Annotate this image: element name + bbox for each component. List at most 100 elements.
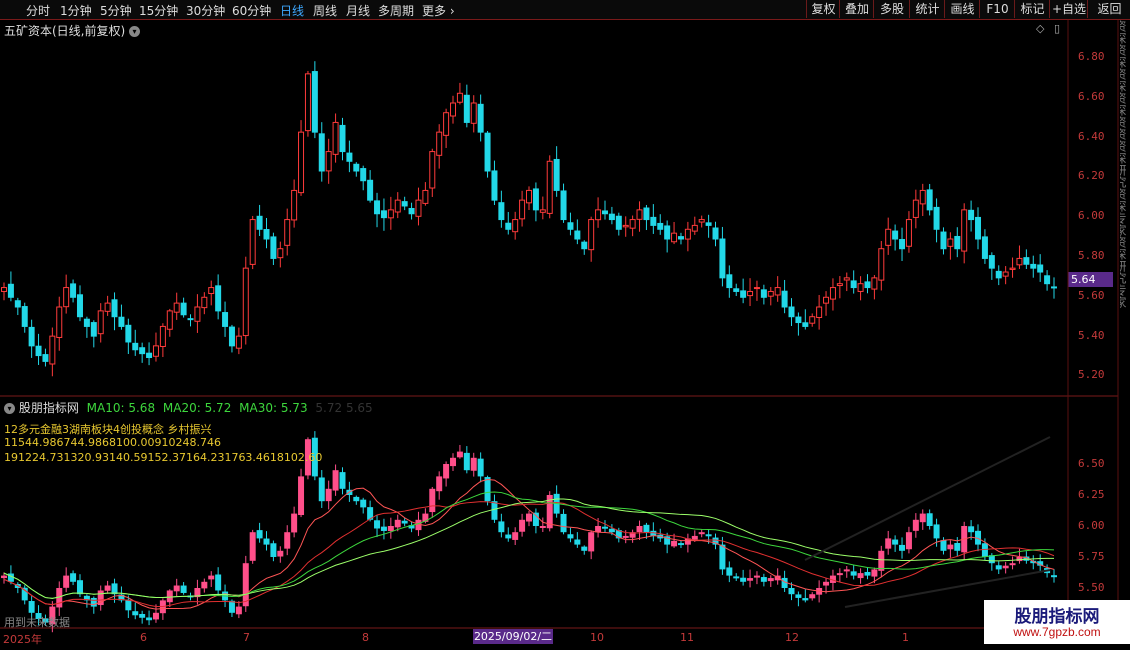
indicator-candle-body	[201, 581, 208, 589]
diamond-icon[interactable]: ◇	[1036, 22, 1044, 35]
candle-body	[270, 236, 277, 259]
ma-line-30	[3, 491, 1055, 599]
indicator-candle-body	[712, 537, 719, 545]
candle-body	[892, 230, 899, 240]
chevron-down-icon[interactable]: ▾	[129, 26, 141, 37]
indicator-candle-body	[795, 594, 802, 598]
watermark-url: www.7gpzb.com	[1013, 625, 1101, 639]
indicator-candle-body	[146, 617, 153, 621]
candle-body	[332, 121, 339, 155]
x-axis-label: 1	[902, 631, 909, 644]
candle-body	[581, 241, 588, 250]
indicator-candle-body	[657, 534, 664, 539]
toolbar-button-4[interactable]: 画线	[944, 0, 980, 18]
indicator-candle-body	[926, 513, 933, 526]
indicator-candle-body	[1002, 565, 1009, 569]
indicator-header: ▾ 股朋指标网 MA10: 5.68 MA20: 5.72 MA30: 5.73…	[4, 399, 373, 416]
candle-body	[767, 290, 774, 297]
indicator-candle-body	[912, 519, 919, 531]
candle-body	[657, 222, 664, 230]
indicator-candle-body	[601, 526, 608, 529]
toolbar-button-6[interactable]: 标记	[1014, 0, 1050, 18]
extra-values: 5.72 5.65	[315, 401, 373, 415]
indicator-candle-body	[753, 575, 760, 578]
candle-body	[429, 151, 436, 189]
period-tab-9[interactable]: 多周期	[378, 2, 414, 19]
period-tab-4[interactable]: 30分钟	[186, 2, 225, 19]
info-line-2: 11544.986744.9868100.00910248.746	[4, 436, 221, 449]
period-tab-5[interactable]: 60分钟	[232, 2, 271, 19]
indicator-candle-body	[104, 585, 111, 591]
indicator-candle-body	[608, 528, 615, 533]
indicator-candle-body	[615, 530, 622, 539]
candle-body	[380, 210, 387, 219]
ma30-label: MA30: 5.73	[239, 401, 308, 415]
candle-body	[829, 287, 836, 300]
indicator-candle-body	[21, 587, 28, 601]
x-axis-label: 12	[785, 631, 799, 644]
chevron-down-icon[interactable]: ▾	[4, 403, 15, 414]
indicator-name: 股朋指标网	[18, 401, 79, 415]
period-tab-0[interactable]: 分时	[26, 2, 50, 19]
candle-body	[532, 188, 539, 211]
indicator-candle-body	[643, 524, 650, 533]
indicator-candle-body	[1037, 561, 1044, 566]
indicator-candle-body	[802, 598, 809, 601]
period-tab-8[interactable]: 月线	[346, 2, 370, 19]
candle-body	[118, 316, 125, 327]
panel-icon[interactable]: ▯	[1054, 22, 1060, 35]
period-tab-6[interactable]: 日线	[280, 2, 304, 19]
indicator-candle-body	[456, 451, 463, 458]
indicator-candle-body	[180, 585, 187, 593]
candle-body	[394, 199, 401, 213]
toolbar-button-8[interactable]: 返回	[1087, 0, 1130, 18]
indicator-candle-body	[380, 526, 387, 531]
toolbar-button-3[interactable]: 统计	[909, 0, 945, 18]
period-tab-10[interactable]: 更多 ›	[422, 2, 455, 19]
x-axis-label: 2025年	[3, 633, 42, 646]
candle-body	[436, 131, 443, 156]
indicator-candle-body	[298, 476, 305, 516]
indicator-candle-body	[760, 577, 767, 582]
indicator-candle-body	[222, 591, 229, 601]
main-y-tick: 6.80	[1078, 50, 1105, 63]
period-tab-3[interactable]: 15分钟	[139, 2, 178, 19]
indicator-candle-body	[325, 488, 332, 502]
candle-body	[491, 170, 498, 201]
toolbar-button-1[interactable]: 叠加	[839, 0, 874, 18]
x-axis-label: 6	[140, 631, 147, 644]
candle-body	[56, 306, 63, 338]
period-tab-7[interactable]: 周线	[313, 2, 337, 19]
top-toolbar: 分时 1分钟 5分钟 15分钟 30分钟 60分钟 日线 周线 月线 多周期 更多 › 复权 叠加 多股…	[0, 0, 1130, 20]
toolbar-button-2[interactable]: 多股	[873, 0, 910, 18]
candle-body	[70, 283, 77, 298]
ma10-label: MA10: 5.68	[86, 401, 156, 415]
indicator-candle-body	[1009, 563, 1016, 566]
indicator-candle-body	[512, 532, 519, 540]
candle-body	[1023, 257, 1030, 265]
indicator-candle-body	[905, 532, 912, 550]
cursor-date: 2025/09/02/二	[473, 629, 553, 644]
candle-body	[885, 228, 892, 246]
candle-body	[712, 227, 719, 240]
period-tab-1[interactable]: 1分钟	[60, 2, 92, 19]
toolbar-button-7[interactable]: +自选	[1049, 0, 1088, 18]
toolbar-button-0[interactable]: 复权	[806, 0, 840, 18]
candle-body	[781, 290, 788, 308]
period-tab-2[interactable]: 5分钟	[100, 2, 132, 19]
indicator-candle-body	[961, 526, 968, 553]
candle-body	[698, 219, 705, 223]
indicator-candle-body	[698, 532, 705, 535]
candle-body	[636, 209, 643, 220]
toolbar-button-5[interactable]: F10	[979, 0, 1015, 18]
indicator-candle-body	[70, 573, 77, 582]
indicator-candle-body	[270, 543, 277, 557]
indicator-candle-body	[152, 612, 159, 620]
candle-body	[284, 219, 291, 246]
candle-body	[788, 306, 795, 318]
main-y-tick: 6.00	[1078, 209, 1105, 223]
indicator-candle-body	[650, 530, 657, 536]
indicator-candle-body	[346, 489, 353, 495]
candle-body	[194, 306, 201, 322]
indicator-candle-body	[228, 600, 235, 613]
